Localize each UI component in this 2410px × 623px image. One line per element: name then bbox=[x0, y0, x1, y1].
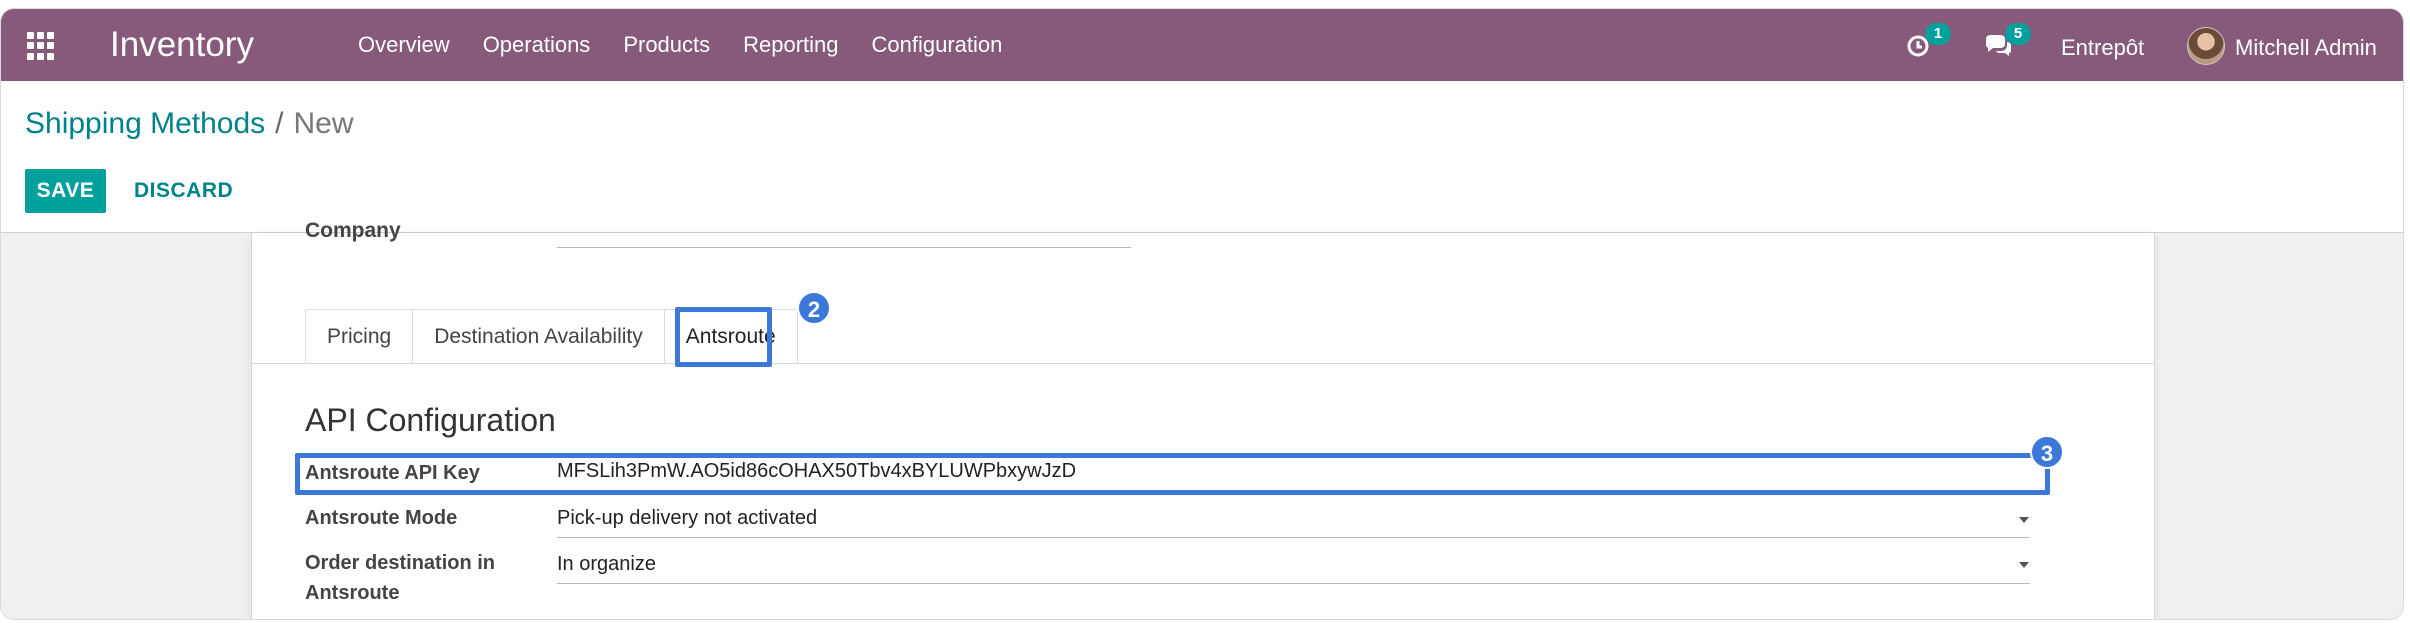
chevron-down-icon[interactable] bbox=[2019, 517, 2029, 523]
step-marker-2: 2 bbox=[797, 291, 831, 325]
mode-label: Antsroute Mode bbox=[305, 507, 458, 529]
breadcrumb-current: New bbox=[293, 107, 354, 140]
save-button[interactable]: SAVE bbox=[25, 169, 106, 213]
api-key-highlight-box bbox=[295, 453, 2050, 495]
discard-button[interactable]: DISCARD bbox=[134, 169, 233, 213]
section-title: API Configuration bbox=[305, 402, 556, 438]
breadcrumb-parent[interactable]: Shipping Methods bbox=[25, 107, 265, 140]
app-window: Inventory Overview Operations Products R… bbox=[0, 8, 2404, 620]
menu-products[interactable]: Products bbox=[623, 32, 710, 58]
menu-overview[interactable]: Overview bbox=[358, 32, 450, 58]
menu-operations[interactable]: Operations bbox=[483, 32, 591, 58]
user-menu[interactable]: Mitchell Admin bbox=[2235, 35, 2377, 61]
main-menu: Overview Operations Products Reporting C… bbox=[358, 9, 1035, 81]
control-panel: Shipping Methods / New SAVE DISCARD bbox=[1, 81, 2403, 233]
chevron-down-icon[interactable] bbox=[2019, 562, 2029, 568]
order-destination-label: Order destination in Antsroute bbox=[305, 548, 495, 608]
company-field[interactable] bbox=[557, 247, 1131, 248]
mode-select[interactable]: Pick-up delivery not activated bbox=[557, 507, 817, 530]
breadcrumb: Shipping Methods / New bbox=[25, 107, 354, 145]
tab-pricing[interactable]: Pricing bbox=[305, 309, 414, 363]
breadcrumb-separator: / bbox=[275, 107, 284, 140]
menu-configuration[interactable]: Configuration bbox=[872, 32, 1003, 58]
message-count-badge: 5 bbox=[2005, 23, 2031, 45]
step-marker-3: 3 bbox=[2030, 435, 2064, 469]
order-destination-label-line1: Order destination in bbox=[305, 552, 496, 574]
tab-destination-availability[interactable]: Destination Availability bbox=[412, 309, 665, 363]
order-destination-select[interactable]: In organize bbox=[557, 553, 656, 576]
order-destination-label-line2: Antsroute bbox=[305, 582, 400, 604]
company-label: Company bbox=[305, 219, 401, 242]
activity-count-badge: 1 bbox=[1925, 23, 1951, 45]
mode-field-underline bbox=[557, 537, 2030, 538]
top-navbar: Inventory Overview Operations Products R… bbox=[1, 9, 2403, 81]
tab-highlight-box bbox=[675, 307, 772, 367]
avatar[interactable] bbox=[2187, 27, 2225, 65]
form-sheet: Company Pricing Destination Availability… bbox=[251, 219, 2155, 619]
menu-reporting[interactable]: Reporting bbox=[743, 32, 838, 58]
apps-grid-icon[interactable] bbox=[27, 32, 55, 60]
tabs-divider bbox=[252, 363, 2154, 364]
company-switcher[interactable]: Entrepôt bbox=[2061, 35, 2144, 61]
app-name[interactable]: Inventory bbox=[110, 25, 254, 65]
order-destination-field-underline bbox=[557, 583, 2030, 584]
